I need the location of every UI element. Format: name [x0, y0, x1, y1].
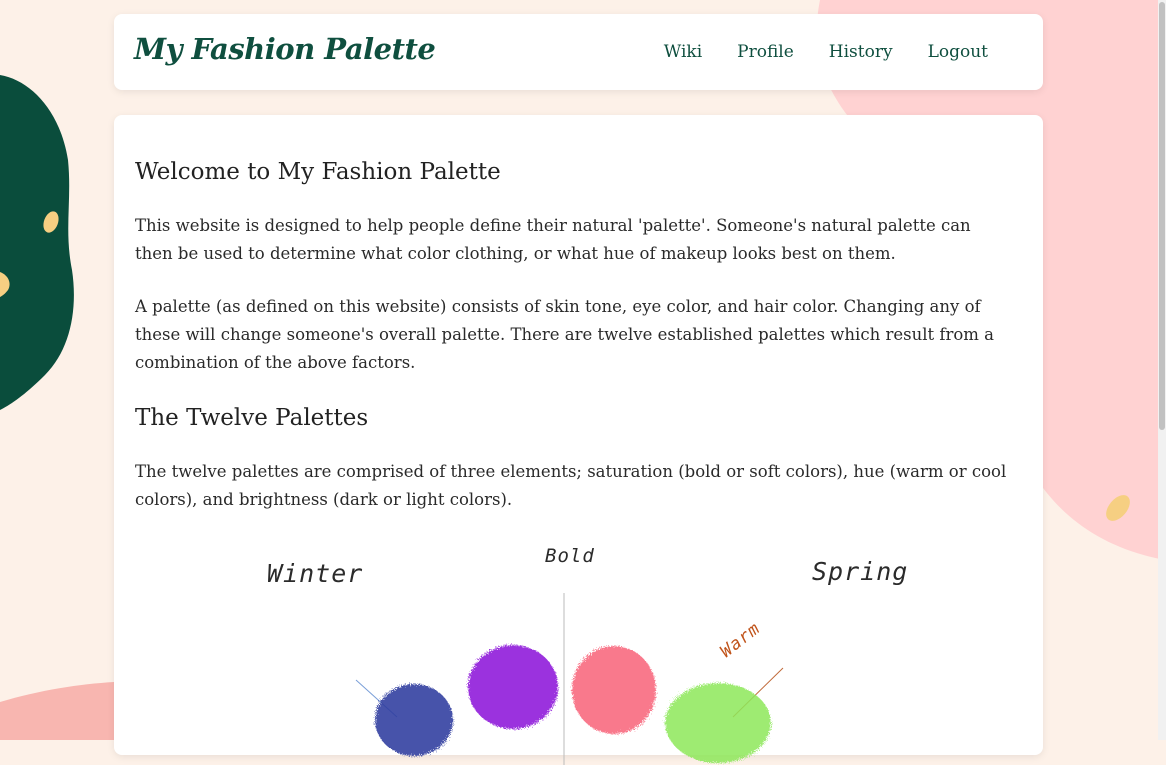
page-scrollbar[interactable] [1158, 0, 1166, 740]
navy-color-blob [375, 684, 453, 756]
twelve-palettes-heading: The Twelve Palettes [135, 405, 369, 431]
nav-link-profile[interactable]: Profile [737, 42, 794, 62]
bold-label: Bold [545, 545, 595, 567]
pink-blob-bottom-left [0, 682, 114, 740]
main-card: Welcome to My Fashion Palette This websi… [114, 115, 1043, 765]
brand-logo[interactable]: My Fashion Palette [134, 32, 436, 66]
nav-link-history[interactable]: History [829, 42, 893, 62]
intro-paragraph: This website is designed to help people … [135, 216, 971, 263]
palette-diagram: Winter Bold Spring Warm [135, 545, 1035, 765]
pink-color-blob [572, 646, 656, 734]
green-color-blob [665, 683, 771, 763]
nav-link-logout[interactable]: Logout [928, 42, 988, 62]
purple-color-blob [468, 645, 558, 729]
spring-label: Spring [812, 557, 909, 586]
welcome-heading: Welcome to My Fashion Palette [135, 159, 501, 185]
nav-links: Wiki Profile History Logout [664, 42, 988, 62]
twelve-palettes-paragraph: The twelve palettes are comprised of thr… [135, 462, 1007, 509]
navbar: My Fashion Palette Wiki Profile History … [114, 14, 1043, 90]
winter-label: Winter [267, 559, 364, 588]
green-blob-left [0, 75, 74, 410]
palette-paragraph: A palette (as defined on this website) c… [135, 297, 994, 372]
scrollbar-thumb[interactable] [1159, 2, 1165, 430]
nav-link-wiki[interactable]: Wiki [664, 42, 702, 62]
